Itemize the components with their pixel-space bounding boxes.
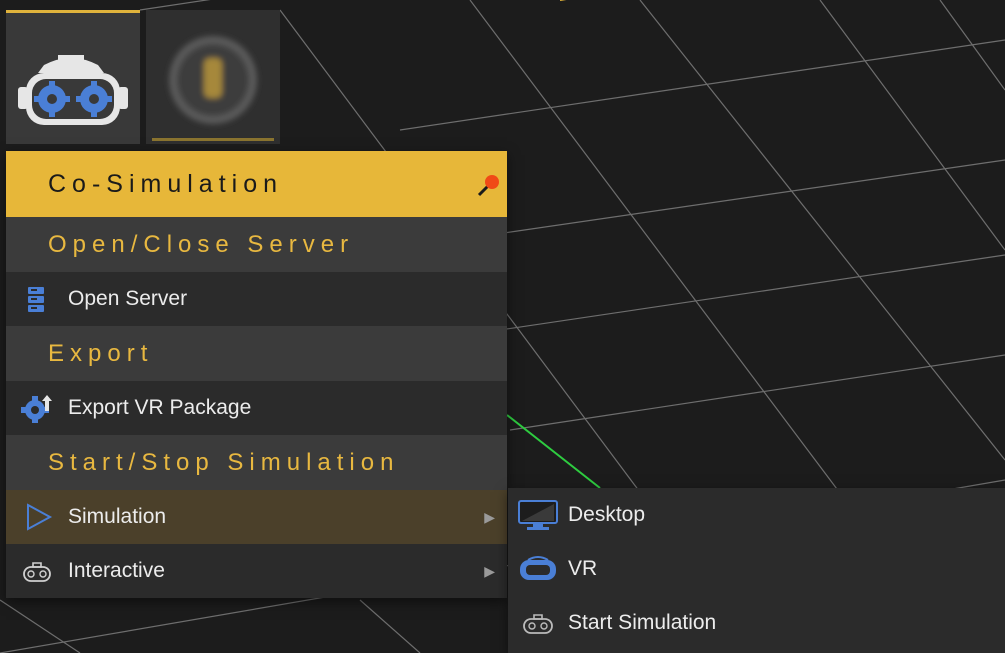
menu-item-simulation[interactable]: Simulation ▶ xyxy=(6,490,507,544)
axis-green-line xyxy=(506,414,601,489)
play-icon xyxy=(27,503,53,531)
simulation-submenu: Desktop VR Start Simulation xyxy=(508,488,1005,653)
vr-headset-gear-icon xyxy=(18,55,128,125)
menu-item-label: Export VR Package xyxy=(68,396,252,419)
server-icon xyxy=(28,287,44,312)
submenu-item-start-simulation[interactable]: Start Simulation xyxy=(508,596,1005,650)
gear-export-icon xyxy=(21,395,52,423)
co-simulation-button[interactable] xyxy=(6,10,140,144)
submenu-item-label: VR xyxy=(568,557,598,580)
menu-item-label: Simulation xyxy=(68,505,167,528)
submenu-item-label: Desktop xyxy=(568,503,646,526)
menu-item-label: Interactive xyxy=(68,559,165,582)
menu-item-open-server[interactable]: Open Server xyxy=(6,272,507,326)
menu-title: Co-Simulation xyxy=(6,151,507,217)
blurred-tool-icon xyxy=(152,36,274,141)
menu-item-label: Open Server xyxy=(68,287,188,310)
section-open-close-server: Open/Close Server xyxy=(6,217,507,272)
blurred-tool-button[interactable] xyxy=(146,10,280,144)
vr-headset-icon xyxy=(520,556,556,580)
gamepad-icon xyxy=(523,614,553,634)
submenu-item-label: Start Simulation xyxy=(568,611,717,634)
monitor-icon xyxy=(518,500,558,530)
submenu-arrow-icon: ▶ xyxy=(484,509,495,525)
co-simulation-menu: Co-Simulation Open/Close Server Open Ser… xyxy=(6,151,507,598)
pin-icon[interactable] xyxy=(475,173,501,199)
section-export: Export xyxy=(6,326,507,381)
section-start-stop-simulation: Start/Stop Simulation xyxy=(6,435,507,490)
gamepad-icon xyxy=(23,562,51,582)
menu-title-label: Co-Simulation xyxy=(48,170,284,198)
menu-item-export-vr-package[interactable]: Export VR Package xyxy=(6,381,507,435)
submenu-item-desktop[interactable]: Desktop xyxy=(508,488,1005,542)
submenu-arrow-icon: ▶ xyxy=(484,563,495,579)
submenu-item-vr[interactable]: VR xyxy=(508,542,1005,596)
menu-item-interactive[interactable]: Interactive ▶ xyxy=(6,544,507,598)
